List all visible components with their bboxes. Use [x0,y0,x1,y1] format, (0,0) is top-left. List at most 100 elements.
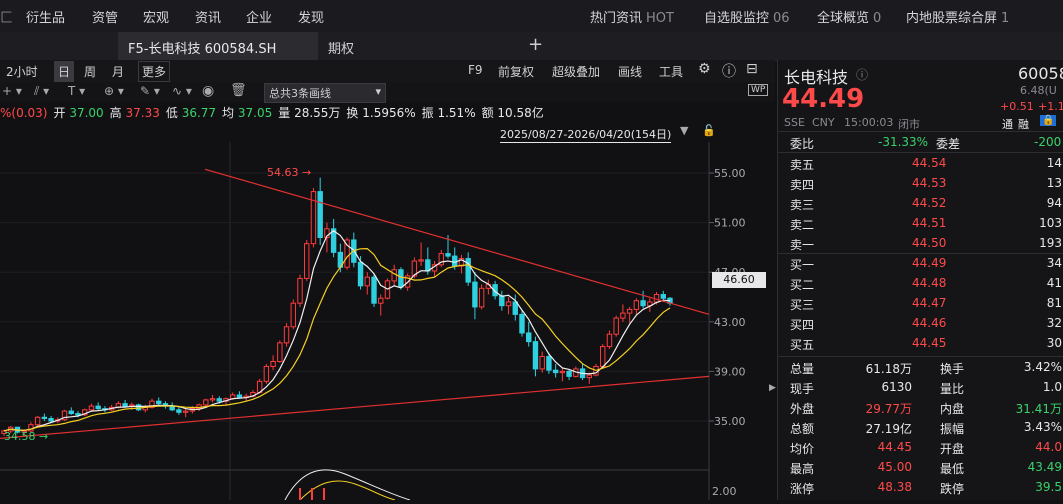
ask-level-price[interactable]: 44.51 [912,216,946,230]
divider [778,131,1063,132]
expand-panel-icon[interactable]: ▶ [769,383,776,393]
candle-body [452,255,458,267]
ask-level-price[interactable]: 44.54 [912,156,946,170]
menu-watchlist-monitor[interactable]: 自选股监控 06 [704,7,790,26]
ask-level-price[interactable]: 44.53 [912,176,946,190]
quote-item: 换 1.5956% [346,106,415,120]
period-month[interactable]: 月 [112,63,124,80]
menu-hot-news[interactable]: 热门资讯 HOT [590,7,674,26]
collapse-triangle-icon[interactable]: ▼ [680,124,688,137]
bid-level-price[interactable]: 44.45 [912,336,946,350]
help-icon[interactable]: ⓘ [722,61,736,81]
ma10-line [3,247,671,432]
stat-label: 跌停 [940,482,965,496]
quote-item: %(0.03) [0,106,47,120]
bid-level-volume: 32 [1046,316,1062,330]
stat-value: 6130 [881,380,912,394]
eye-icon[interactable]: ◉ [202,83,214,99]
period-more[interactable]: 更多 [138,61,171,82]
bid-level-volume: 41 [1046,276,1062,290]
ask-level-price[interactable]: 44.52 [912,196,946,210]
minimize-icon[interactable]: ⊟ [746,61,758,77]
time-label: 15:00:03 [844,116,894,129]
lock-icon[interactable]: 🔓 [702,124,716,137]
divider [778,152,1063,153]
ask-level-volume: 103 [1039,216,1062,230]
period-2h[interactable]: 2小时 [6,63,38,80]
overlay-button[interactable]: 超级叠加 [552,63,600,80]
wp-icon[interactable]: WP [748,84,769,96]
ask-level-label: 卖四 [790,178,815,192]
period-day[interactable]: 日 [54,61,75,82]
quote-item-label: 低 [165,106,182,120]
line-tool-icon[interactable]: ⫽ ▾ [34,84,49,99]
kline-svg[interactable]: 55.0051.0047.0043.0039.0035.00 [0,102,775,501]
bid-level-price[interactable]: 44.46 [912,316,946,330]
lock-badge-icon: 🔒 [1040,115,1057,126]
candle-body [88,405,95,411]
bid-level-price[interactable]: 44.47 [912,296,946,310]
tools-button[interactable]: 工具 [659,63,683,80]
candle-body [633,300,640,310]
menu-discover[interactable]: 发现 [298,7,324,26]
ask-level-label: 卖三 [790,198,815,212]
candle-body [559,370,566,374]
chart-toolbar: 2小时 日 周 月 更多 F9 前复权 超级叠加 画线 工具 ⚙ ⓘ ⊟ [0,60,775,83]
period-week[interactable]: 周 [84,63,96,80]
menu-news[interactable]: 资讯 [195,7,221,26]
drawline-select[interactable]: 总共3条画线 ▾ [264,83,386,103]
shape-tool-icon[interactable]: ⊕ ▾ [104,84,124,98]
tab-options[interactable]: 期权 [328,38,354,57]
menu-derivatives[interactable]: 衍生品 [26,7,65,26]
tab-stock[interactable]: F5-长电科技 600584.SH [118,32,318,60]
candle-body [290,302,296,328]
market-label: SSE [784,116,805,129]
quote-item-label: 换 [346,106,363,120]
candle-body [310,191,317,245]
pencil-tool-icon[interactable]: ✎ ▾ [140,84,160,98]
bid-level-price[interactable]: 44.48 [912,276,946,290]
candle-body [532,341,539,370]
candle-body [620,312,626,319]
gear-icon[interactable]: ⚙ [698,61,711,77]
usd-price: 6.48(U [1020,84,1057,97]
change-value-2: +1.1 [1038,100,1063,113]
bid-level-label: 买五 [790,338,815,352]
info-icon[interactable]: ⓘ [856,66,868,83]
ask-level-volume: 14 [1046,156,1062,170]
menu-enterprise[interactable]: 企业 [246,7,272,26]
candle-body [364,276,370,287]
candle-body [626,308,633,314]
rong-badge: 融 [1018,118,1029,131]
tong-badge: 通 [1002,118,1013,131]
quote-item: 振 1.51% [422,106,476,120]
menu-mainland-stock-screen[interactable]: 内地股票综合屏 1 [906,7,1009,26]
wave-tool-icon[interactable]: ∿ ▾ [172,84,192,98]
tool-fragment-icon[interactable]: + ▾ [2,84,22,98]
stat-label: 内盘 [940,402,965,416]
menu-asset-mgmt[interactable]: 资管 [92,7,118,26]
candle-body [34,416,41,426]
bid-level-price[interactable]: 44.49 [912,256,946,270]
kline-chart[interactable]: 55.0051.0047.0043.0039.0035.00 %(0.03)开 … [0,102,775,501]
add-tab-button[interactable]: + [528,34,543,55]
menu-macro[interactable]: 宏观 [143,7,169,26]
stat-value: 27.19亿 [865,422,912,436]
candle-body [68,410,74,415]
last-price: 44.49 [782,84,865,114]
candle-body [472,281,478,308]
trash-icon[interactable]: 🗑 [230,83,247,98]
candle-body [236,394,243,398]
f9-button[interactable]: F9 [468,63,483,77]
candle-body [539,356,545,370]
candle-body [519,313,525,334]
drawline-button[interactable]: 画线 [618,63,642,80]
text-tool-icon[interactable]: T ▾ [68,84,85,98]
adjust-button[interactable]: 前复权 [498,63,534,80]
market-status: 闭市 [898,118,920,131]
candle-body [176,409,182,413]
ask-level-price[interactable]: 44.50 [912,236,946,250]
menu-global-overview[interactable]: 全球概览 0 [817,7,881,26]
stat-value: 31.41万 [1015,402,1062,416]
stat-value: 39.5 [1035,480,1062,494]
